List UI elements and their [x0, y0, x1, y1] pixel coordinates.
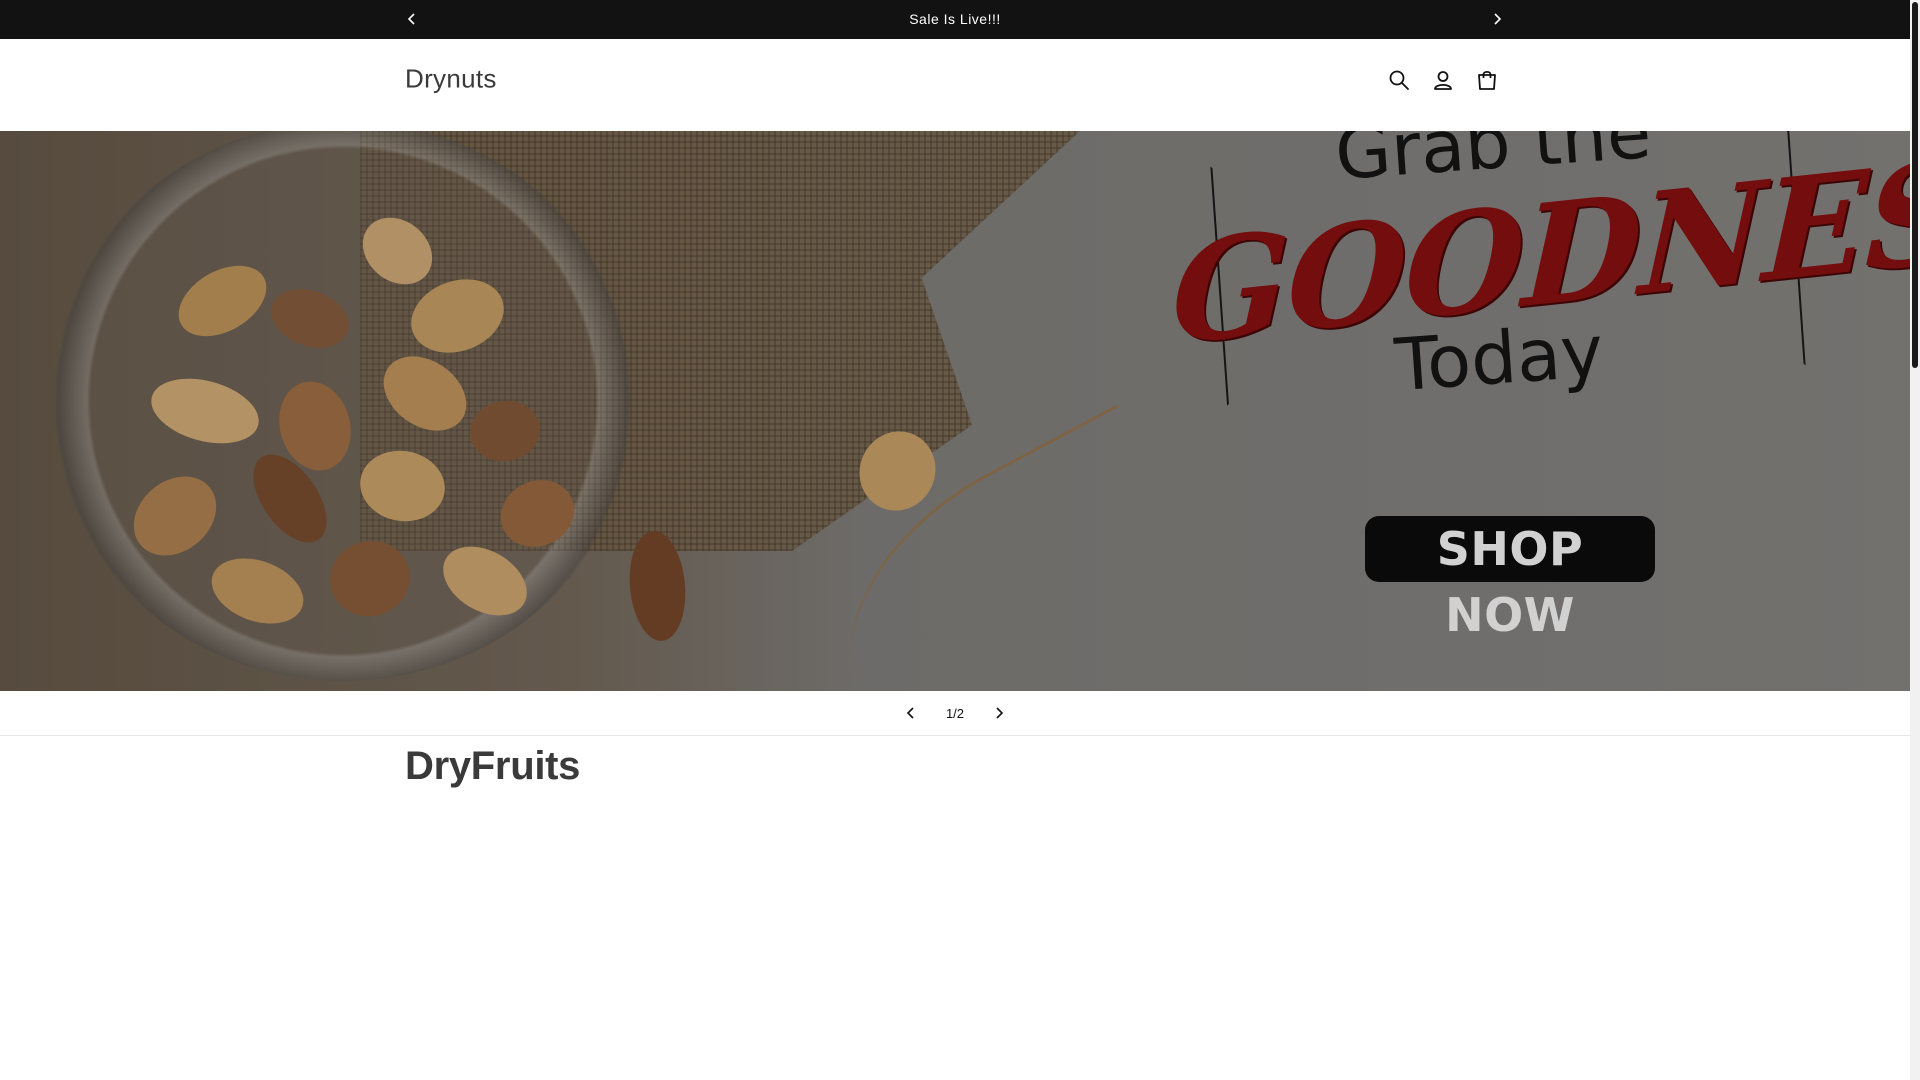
slideshow-controls: 1/2 — [0, 691, 1910, 736]
cart-icon — [1478, 70, 1496, 90]
announcement-bar: Sale Is Live!!! — [0, 0, 1910, 39]
chevron-right-icon — [996, 707, 1004, 719]
announcement-next-button[interactable] — [1485, 8, 1509, 30]
account-button[interactable] — [1428, 65, 1458, 95]
search-button[interactable] — [1384, 65, 1414, 95]
slide-counter: 1/2 — [945, 706, 965, 721]
slide-next-button[interactable] — [987, 701, 1011, 725]
account-icon — [1434, 71, 1452, 90]
store-logo[interactable]: Drynuts — [405, 64, 497, 95]
site-header: Drynuts — [0, 39, 1910, 131]
cart-button[interactable] — [1472, 65, 1502, 95]
page-scrollbar[interactable] — [1910, 0, 1920, 1080]
hero-dim-overlay — [0, 131, 1910, 691]
collection-title: DryFruits — [405, 744, 581, 788]
scrollbar-thumb[interactable] — [1912, 2, 1918, 368]
hero-banner[interactable]: Grab the GOODNESS Today SHOP NOW — [0, 131, 1910, 691]
announcement-text: Sale Is Live!!! — [909, 11, 1001, 27]
page: Sale Is Live!!! Drynuts Grab the GOODNES… — [0, 0, 1910, 1080]
chevron-right-icon — [1494, 13, 1502, 25]
slide-prev-button[interactable] — [899, 701, 923, 725]
chevron-left-icon — [906, 707, 914, 719]
search-icon — [1389, 70, 1409, 90]
